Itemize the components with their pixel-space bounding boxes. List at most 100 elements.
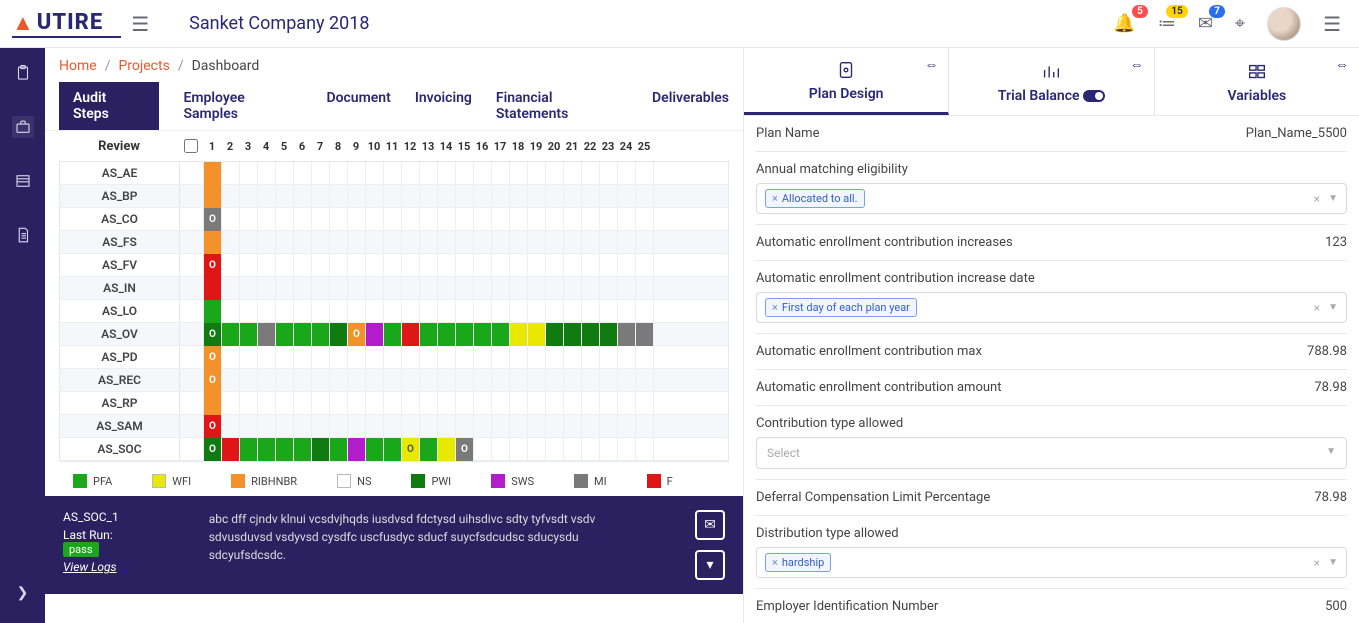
grid-cell[interactable]	[546, 185, 564, 208]
grid-cell[interactable]	[438, 277, 456, 300]
grid-cell[interactable]	[420, 438, 438, 461]
grid-cell[interactable]	[222, 185, 240, 208]
grid-cell[interactable]	[312, 392, 330, 415]
grid-cell[interactable]	[564, 162, 582, 185]
grid-cell[interactable]	[222, 438, 240, 461]
grid-cell[interactable]	[510, 231, 528, 254]
rail-expand-icon[interactable]: ❯	[17, 585, 29, 601]
grid-cell[interactable]	[276, 392, 294, 415]
grid-cell[interactable]	[474, 208, 492, 231]
row-check[interactable]	[180, 438, 204, 460]
grid-cell[interactable]	[600, 369, 618, 392]
grid-row[interactable]: AS_CO	[60, 208, 728, 231]
grid-cell[interactable]	[564, 231, 582, 254]
grid-cell[interactable]	[474, 415, 492, 438]
grid-cell[interactable]	[618, 254, 636, 277]
grid-cell[interactable]	[294, 346, 312, 369]
tag-input[interactable]: ×First day of each plan year×▼	[756, 292, 1347, 323]
grid-cell[interactable]	[636, 323, 654, 346]
grid-cell[interactable]	[348, 323, 366, 346]
grid-cell[interactable]	[312, 162, 330, 185]
grid-cell[interactable]	[564, 323, 582, 346]
grid-cell[interactable]	[384, 185, 402, 208]
grid-cell[interactable]	[564, 254, 582, 277]
grid-cell[interactable]	[456, 415, 474, 438]
grid-cell[interactable]	[330, 231, 348, 254]
grid-cell[interactable]	[294, 208, 312, 231]
grid-cell[interactable]	[276, 300, 294, 323]
grid-cell[interactable]	[402, 369, 420, 392]
grid-cell[interactable]	[366, 415, 384, 438]
grid-cell[interactable]	[348, 277, 366, 300]
grid-cell[interactable]	[330, 415, 348, 438]
grid-cell[interactable]	[312, 438, 330, 461]
grid-cell[interactable]	[384, 208, 402, 231]
grid-cell[interactable]	[636, 185, 654, 208]
grid-row[interactable]: AS_FS	[60, 231, 728, 254]
grid-cell[interactable]	[204, 300, 222, 323]
chevron-down-icon[interactable]: ▼	[1328, 302, 1338, 313]
grid-cell[interactable]	[456, 346, 474, 369]
grid-cell[interactable]	[420, 323, 438, 346]
grid-cell[interactable]	[240, 346, 258, 369]
grid-cell[interactable]	[258, 185, 276, 208]
grid-cell[interactable]	[600, 346, 618, 369]
grid-cell[interactable]	[330, 208, 348, 231]
grid-cell[interactable]	[510, 208, 528, 231]
grid-cell[interactable]	[312, 323, 330, 346]
grid-cell[interactable]	[330, 392, 348, 415]
view-logs-link[interactable]: View Logs	[63, 560, 119, 574]
grid-cell[interactable]	[276, 415, 294, 438]
grid-cell[interactable]	[312, 231, 330, 254]
grid-cell[interactable]	[222, 208, 240, 231]
grid-cell[interactable]	[420, 208, 438, 231]
grid-cell[interactable]	[258, 300, 276, 323]
grid-cell[interactable]	[294, 369, 312, 392]
grid-cell[interactable]	[582, 369, 600, 392]
menu-toggle-icon[interactable]: ☰	[131, 12, 149, 36]
grid-cell[interactable]	[582, 185, 600, 208]
grid-row[interactable]: AS_RP	[60, 392, 728, 415]
grid-cell[interactable]	[636, 162, 654, 185]
grid-cell[interactable]	[600, 254, 618, 277]
grid-cell[interactable]	[564, 185, 582, 208]
grid-row[interactable]: AS_REC	[60, 369, 728, 392]
grid-cell[interactable]	[348, 208, 366, 231]
grid-cell[interactable]	[438, 415, 456, 438]
grid-cell[interactable]	[240, 438, 258, 461]
grid-cell[interactable]	[276, 254, 294, 277]
grid-cell[interactable]	[222, 323, 240, 346]
grid-cell[interactable]	[618, 300, 636, 323]
grid-cell[interactable]	[636, 277, 654, 300]
tab-audit-steps[interactable]: Audit Steps	[59, 82, 159, 130]
grid-cell[interactable]	[222, 162, 240, 185]
grid-cell[interactable]	[618, 277, 636, 300]
grid-cell[interactable]	[348, 231, 366, 254]
grid-cell[interactable]	[528, 277, 546, 300]
grid-cell[interactable]	[204, 185, 222, 208]
grid-cell[interactable]	[618, 392, 636, 415]
grid-cell[interactable]	[564, 438, 582, 461]
grid-cell[interactable]	[582, 254, 600, 277]
chevron-down-icon[interactable]: ▼	[1328, 193, 1338, 204]
grid-cell[interactable]	[438, 162, 456, 185]
grid-cell[interactable]	[636, 346, 654, 369]
grid-cell[interactable]	[618, 323, 636, 346]
grid-cell[interactable]	[258, 369, 276, 392]
rail-briefcase-icon[interactable]	[12, 116, 34, 138]
tag-remove-icon[interactable]: ×	[772, 192, 778, 205]
grid-cell[interactable]	[492, 323, 510, 346]
grid-cell[interactable]	[636, 254, 654, 277]
grid-cell[interactable]	[546, 162, 564, 185]
row-check[interactable]	[180, 346, 204, 368]
grid-cell[interactable]	[294, 415, 312, 438]
grid-cell[interactable]	[600, 300, 618, 323]
grid-cell[interactable]	[420, 185, 438, 208]
grid-cell[interactable]	[420, 162, 438, 185]
grid-cell[interactable]	[384, 300, 402, 323]
tag-remove-icon[interactable]: ×	[772, 301, 778, 314]
grid-cell[interactable]	[582, 415, 600, 438]
rtab-plan-design[interactable]: ⇔Plan Design	[744, 48, 949, 115]
grid-cell[interactable]	[402, 254, 420, 277]
grid-cell[interactable]	[456, 369, 474, 392]
